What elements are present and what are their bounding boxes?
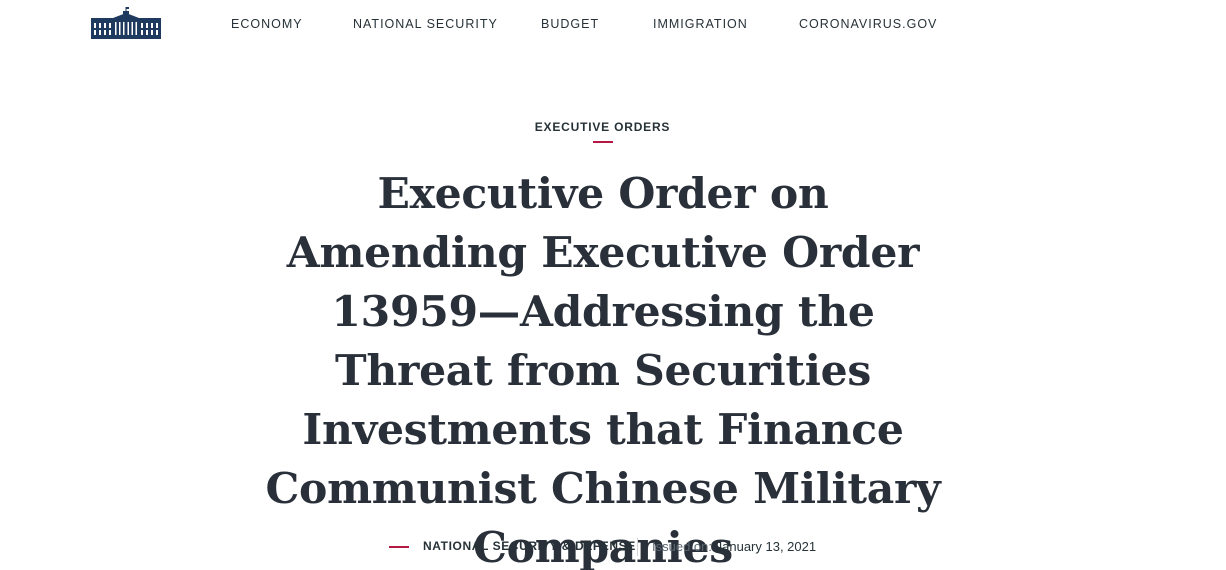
topic-link[interactable]: NATIONAL SECURITY & DEFENSE: [423, 539, 636, 553]
category-link[interactable]: EXECUTIVE ORDERS: [0, 120, 1205, 134]
article-meta: NATIONAL SECURITY & DEFENSE Issued on: J…: [0, 536, 1226, 558]
category-underline: [593, 141, 613, 143]
meta-divider: [637, 538, 638, 556]
page-title: Executive Order on Amending Executive Or…: [265, 169, 941, 570]
issued-label: Issued on:: [652, 539, 712, 554]
topic-rule: [389, 546, 409, 548]
issued-date: Issued on: January 13, 2021: [652, 539, 816, 554]
issued-date-value: January 13, 2021: [715, 539, 817, 554]
article-hero: EXECUTIVE ORDERS Executive Order on Amen…: [0, 0, 1226, 570]
